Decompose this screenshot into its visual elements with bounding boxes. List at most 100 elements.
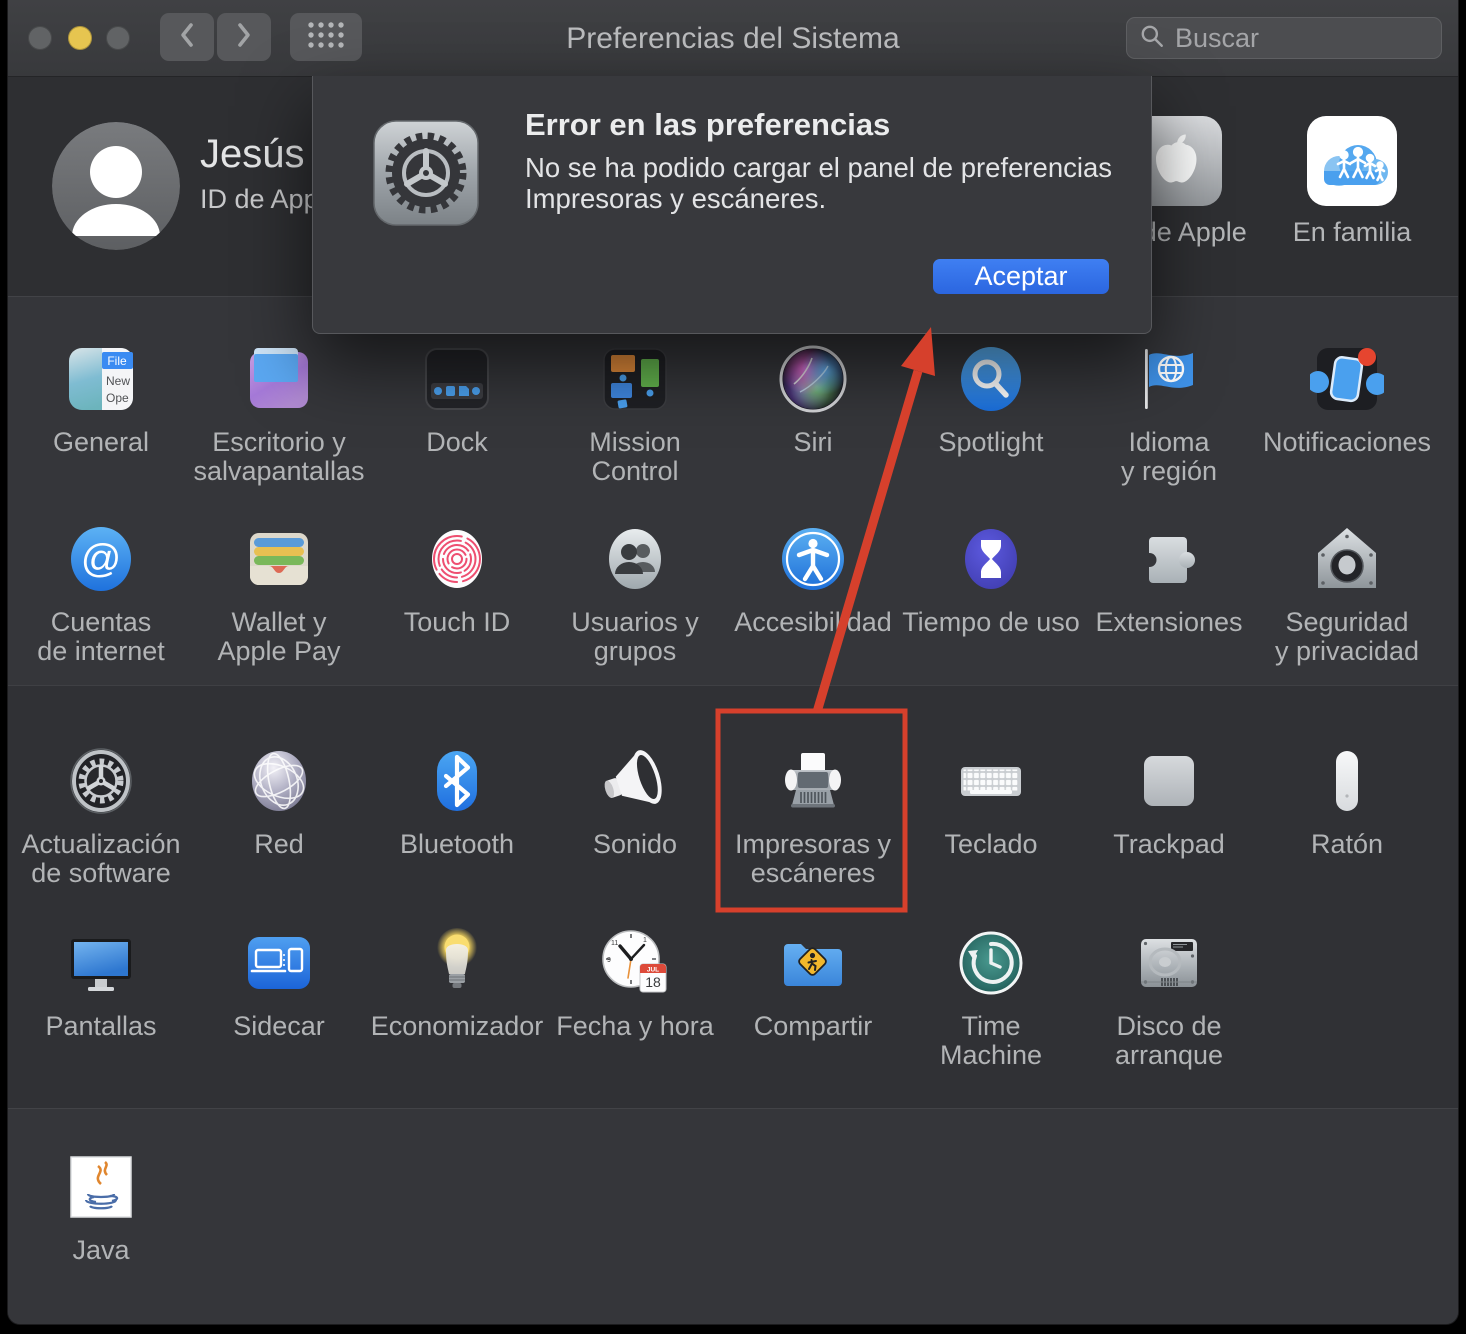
pref-item-label: Economizador [371,1012,544,1041]
pref-item-label: Cuentas de internet [37,608,165,666]
prefs-grid-section-3: Java [8,1108,1458,1324]
svg-text:18: 18 [645,974,661,990]
pref-item-spotlight[interactable]: Spotlight [902,342,1080,486]
pref-item-label: Accesibilidad [734,608,892,637]
pref-item-sidecar[interactable]: Sidecar [190,926,368,1070]
family-sharing-icon [1306,115,1398,207]
pref-item-screen-time[interactable]: Tiempo de uso [902,522,1080,666]
pref-item-label: Fecha y hora [556,1012,714,1041]
pref-item-general[interactable]: FileNewOpeGeneral [12,342,190,486]
pref-row: FileNewOpeGeneralEscritorio y salvapanta… [12,342,1436,486]
extensions-icon [1132,522,1206,596]
pref-item-sound[interactable]: Sonido [546,744,724,888]
pref-item-dock[interactable]: Dock [368,342,546,486]
sidecar-icon [242,926,316,1000]
pref-item-language-region[interactable]: Idioma y región [1080,342,1258,486]
date-time-icon: 1119JUL18 [598,926,672,1000]
svg-text:1: 1 [643,937,647,944]
svg-text:@: @ [81,537,122,581]
pref-item-label: Spotlight [938,428,1043,457]
printers-scanners-icon [776,744,850,818]
mouse-icon [1310,744,1384,818]
dialog-message: No se ha podido cargar el panel de prefe… [525,152,1112,214]
bluetooth-icon [420,744,494,818]
sound-icon [598,744,672,818]
pref-item-label: Touch ID [404,608,511,637]
keyboard-icon [954,744,1028,818]
search-input[interactable] [1173,22,1429,55]
pref-item-displays[interactable]: Pantallas [12,926,190,1070]
search-field[interactable] [1126,17,1442,59]
pref-item-label: Trackpad [1113,830,1225,859]
network-icon [242,744,316,818]
desktop-screensaver-icon [242,342,316,416]
pref-item-startup-disk[interactable]: Disco de arranque [1080,926,1258,1070]
time-machine-icon [954,926,1028,1000]
accept-button[interactable]: Aceptar [933,259,1109,294]
pref-item-mission-control[interactable]: Mission Control [546,342,724,486]
dialog-title: Error en las preferencias [525,108,890,142]
chevron-left-icon [176,20,198,55]
language-region-icon [1132,342,1206,416]
pref-item-desktop-screensaver[interactable]: Escritorio y salvapantallas [190,342,368,486]
pref-item-label: Escritorio y salvapantallas [193,428,364,486]
users-groups-icon [598,522,672,596]
pref-item-sharing[interactable]: Compartir [724,926,902,1070]
svg-text:File: File [107,354,127,368]
pref-item-network[interactable]: Red [190,744,368,888]
minimize-button[interactable] [68,26,92,50]
pref-row: Pantallas Sidecar Economizador 1119JUL18 Fec… [12,926,1258,1070]
pref-item-notifications[interactable]: Notificaciones [1258,342,1436,486]
svg-text:Ope: Ope [106,391,129,405]
touch-id-icon [420,522,494,596]
pref-item-wallet-apple-pay[interactable]: Wallet y Apple Pay [190,522,368,666]
pref-item-internet-accounts[interactable]: @ Cuentas de internet [12,522,190,666]
notifications-icon [1310,342,1384,416]
pref-item-time-machine[interactable]: Time Machine [902,926,1080,1070]
energy-saver-icon [420,926,494,1000]
pref-item-security-privacy[interactable]: Seguridad y privacidad [1258,522,1436,666]
error-dialog: Error en las preferencias No se ha podid… [312,76,1152,334]
pref-item-java[interactable]: Java [12,1150,190,1265]
zoom-button[interactable] [106,26,130,50]
pref-item-label: Sidecar [233,1012,325,1041]
pref-item-printers-scanners[interactable]: Impresoras y escáneres [724,744,902,888]
pref-item-accessibility[interactable]: Accesibilidad [724,522,902,666]
pref-item-keyboard[interactable]: Teclado [902,744,1080,888]
pref-item-date-time[interactable]: 1119JUL18 Fecha y hora [546,926,724,1070]
pref-item-label: Teclado [944,830,1037,859]
pref-item-label: Bluetooth [400,830,514,859]
pref-row: @ Cuentas de internet Wallet y Apple Pay To… [12,522,1436,666]
pref-item-label: Mission Control [589,428,681,486]
pref-item-label: Disco de arranque [1115,1012,1223,1070]
pref-item-software-update[interactable]: Actualización de software [12,744,190,888]
shortcut-family-sharing[interactable]: En familia [1277,115,1427,248]
close-button[interactable] [28,26,52,50]
avatar[interactable] [52,122,180,250]
pref-item-users-groups[interactable]: Usuarios y grupos [546,522,724,666]
pref-item-label: Ratón [1311,830,1383,859]
back-button[interactable] [160,13,214,61]
pref-item-extensions[interactable]: Extensiones [1080,522,1258,666]
internet-accounts-icon: @ [64,522,138,596]
pref-item-mouse[interactable]: Ratón [1258,744,1436,888]
pref-item-label: Impresoras y escáneres [735,830,891,888]
pref-item-label: Wallet y Apple Pay [217,608,340,666]
pref-item-energy-saver[interactable]: Economizador [368,926,546,1070]
trackpad-icon [1132,744,1206,818]
show-all-button[interactable] [290,13,362,61]
wallet-apple-pay-icon [242,522,316,596]
pref-item-label: Actualización de software [21,830,180,888]
pref-item-trackpad[interactable]: Trackpad [1080,744,1258,888]
system-preferences-gear-icon [371,118,481,228]
forward-button[interactable] [217,13,271,61]
pref-item-siri[interactable]: Siri [724,342,902,486]
search-icon [1139,23,1165,54]
pref-item-bluetooth[interactable]: Bluetooth [368,744,546,888]
pref-item-label: Java [72,1236,129,1265]
pref-item-label: Sonido [593,830,677,859]
pref-item-label: Time Machine [940,1012,1042,1070]
shortcut-label: En familia [1293,217,1412,248]
pref-row: Actualización de softwareRed Bluetooth Son… [12,744,1436,888]
pref-item-touch-id[interactable]: Touch ID [368,522,546,666]
